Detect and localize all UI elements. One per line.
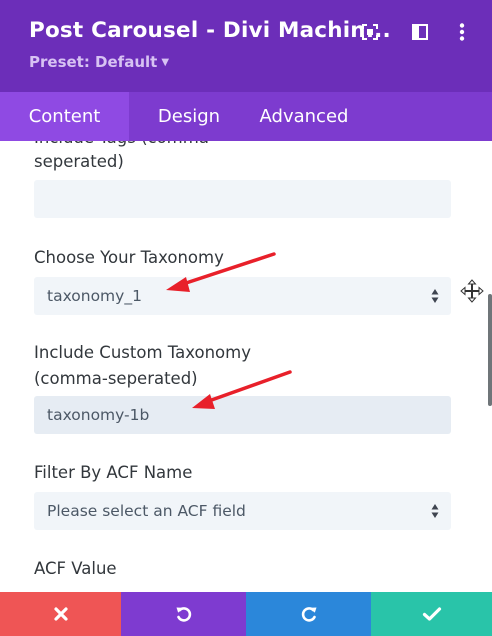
scrollbar-thumb[interactable] [488,294,492,406]
taxonomy-select-value: taxonomy_1 [47,287,142,305]
split-view-icon[interactable] [408,20,432,44]
taxonomy-label: Choose Your Taxonomy [34,248,224,267]
acf-name-select-value: Please select an ACF field [47,502,246,520]
module-settings-header: Post Carousel - Divi Machin... Preset: D… [0,0,492,92]
acf-name-label: Filter By ACF Name [34,463,193,482]
save-button[interactable] [371,592,492,636]
caret-down-icon: ▼ [161,56,170,68]
custom-taxonomy-input[interactable]: taxonomy-1b [34,396,451,434]
settings-tabs: Content Design Advanced [0,92,492,141]
preset-selector[interactable]: Preset: Default ▼ [29,53,169,71]
undo-icon [176,607,191,622]
tab-advanced[interactable]: Advanced [249,92,359,141]
discard-button[interactable] [0,592,121,636]
redo-button[interactable] [246,592,371,636]
more-vertical-icon[interactable] [450,20,474,44]
custom-taxonomy-label-line2: (comma-seperated) [34,369,198,388]
acf-name-select[interactable]: Please select an ACF field [34,492,451,530]
preset-label: Preset: Default [29,53,158,71]
close-icon [53,607,68,621]
custom-taxonomy-value: taxonomy-1b [47,406,150,424]
custom-taxonomy-label-line1: Include Custom Taxonomy [34,343,251,362]
module-title: Post Carousel - Divi Machin... [29,18,391,43]
tab-design[interactable]: Design [129,92,249,141]
select-arrows-icon [431,504,439,518]
select-arrows-icon [431,289,439,303]
undo-button[interactable] [121,592,246,636]
include-tags-input[interactable] [34,180,451,218]
acf-value-label: ACF Value [34,559,117,578]
redo-icon [301,607,316,622]
check-icon [422,607,441,621]
footer-actions [0,592,492,636]
include-tags-label-line2: seperated) [34,152,124,171]
settings-content[interactable]: Include Tags (comma- seperated) Choose Y… [0,141,492,592]
fullscreen-icon[interactable] [358,20,382,44]
move-icon[interactable] [460,279,484,303]
tab-content[interactable]: Content [0,92,129,141]
taxonomy-select[interactable]: taxonomy_1 [34,277,451,315]
